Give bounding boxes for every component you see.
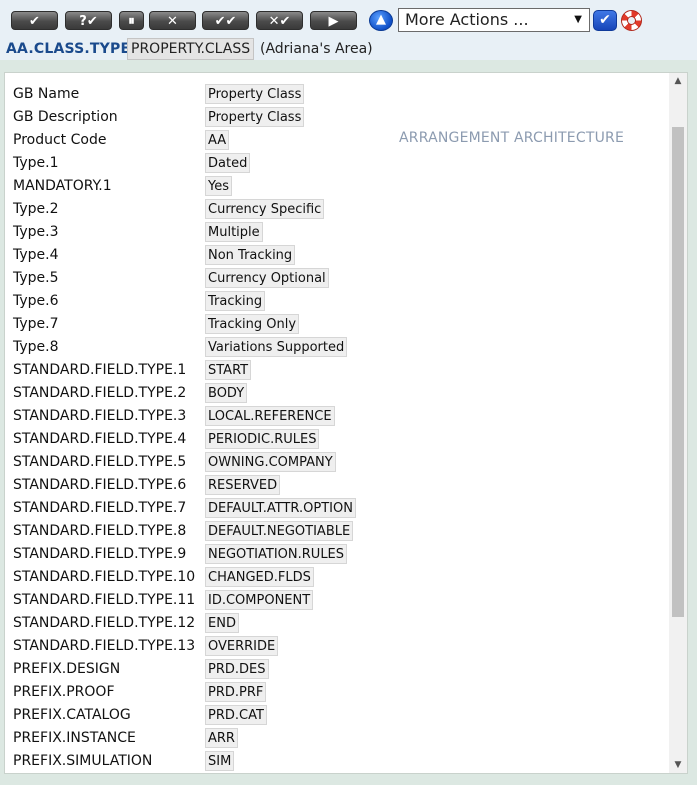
field-value: Property Class	[205, 107, 305, 127]
field-label: STANDARD.FIELD.TYPE.6	[13, 477, 187, 493]
scroll-thumb[interactable]	[672, 127, 684, 617]
field-label: STANDARD.FIELD.TYPE.8	[13, 523, 187, 539]
field-label: Type.4	[13, 247, 59, 263]
field-value: Non Tracking	[205, 245, 296, 265]
scroll-up-arrow-icon[interactable]: ▲	[669, 73, 687, 89]
field-value: Tracking Only	[205, 314, 300, 334]
field-label: Type.1	[13, 155, 59, 171]
reverse-button[interactable]: ✕✔	[256, 11, 303, 30]
scroll-down-arrow-icon[interactable]: ▼	[669, 757, 687, 773]
up-arrow-icon[interactable]: ▲	[369, 10, 393, 31]
field-label: STANDARD.FIELD.TYPE.10	[13, 569, 196, 585]
field-value: Variations Supported	[205, 337, 348, 357]
validate-button[interactable]: ?✔	[65, 11, 112, 30]
field-value: Multiple	[205, 222, 263, 242]
field-label: PREFIX.SIMULATION	[13, 753, 153, 769]
lifebuoy-help-icon[interactable]	[621, 10, 642, 31]
field-label: Type.7	[13, 316, 59, 332]
record-id: PROPERTY.CLASS	[127, 38, 255, 60]
field-label: STANDARD.FIELD.TYPE.12	[13, 615, 196, 631]
chevron-down-icon: ▼	[574, 14, 582, 25]
field-label: PREFIX.DESIGN	[13, 661, 121, 677]
authorise-button[interactable]: ✔✔	[202, 11, 249, 30]
vertical-scrollbar[interactable]: ▲ ▼	[669, 73, 687, 773]
field-value: Currency Optional	[205, 268, 329, 288]
field-label: Type.8	[13, 339, 59, 355]
field-value: SIM	[205, 751, 235, 771]
field-value: Yes	[205, 176, 232, 196]
field-value: Tracking	[205, 291, 266, 311]
field-value: ID.COMPONENT	[205, 590, 314, 610]
field-label: STANDARD.FIELD.TYPE.1	[13, 362, 187, 378]
application-name: AA.CLASS.TYPE	[6, 41, 131, 57]
company-description: (Adriana's Area)	[260, 41, 373, 57]
field-value: LOCAL.REFERENCE	[205, 406, 335, 426]
field-label: STANDARD.FIELD.TYPE.13	[13, 638, 196, 654]
field-label: GB Description	[13, 109, 118, 125]
field-value: Currency Specific	[205, 199, 325, 219]
field-value: Dated	[205, 153, 251, 173]
hold-button[interactable]: ⏸	[119, 11, 144, 30]
field-label: Type.3	[13, 224, 59, 240]
toolbar: ✔ ?✔ ⏸ ✕ ✔✔ ✕✔ ▶ ▲ More Actions ... ▼ ✔ …	[0, 0, 697, 60]
field-label: Product Code	[13, 132, 107, 148]
field-label: STANDARD.FIELD.TYPE.4	[13, 431, 187, 447]
field-value: AA	[205, 130, 230, 150]
field-value: PRD.PRF	[205, 682, 267, 702]
field-value: START	[205, 360, 252, 380]
field-label: PREFIX.CATALOG	[13, 707, 131, 723]
product-line-note: ARRANGEMENT ARCHITECTURE	[399, 130, 624, 146]
field-label: GB Name	[13, 86, 80, 102]
field-value: PRD.DES	[205, 659, 269, 679]
field-label: PREFIX.INSTANCE	[13, 730, 136, 746]
field-value: ARR	[205, 728, 238, 748]
field-label: STANDARD.FIELD.TYPE.3	[13, 408, 187, 424]
field-value: DEFAULT.NEGOTIABLE	[205, 521, 354, 541]
commit-button[interactable]: ✔	[11, 11, 58, 30]
field-label: Type.6	[13, 293, 59, 309]
field-value: Property Class	[205, 84, 305, 104]
field-value: END	[205, 613, 239, 633]
field-label: STANDARD.FIELD.TYPE.11	[13, 592, 196, 608]
field-label: STANDARD.FIELD.TYPE.2	[13, 385, 187, 401]
field-label: STANDARD.FIELD.TYPE.7	[13, 500, 187, 516]
field-value: NEGOTIATION.RULES	[205, 544, 348, 564]
field-value: BODY	[205, 383, 248, 403]
field-label: MANDATORY.1	[13, 178, 112, 194]
field-value: RESERVED	[205, 475, 281, 495]
record-panel: GB Name Property Class GB Description Prope…	[4, 72, 688, 774]
field-label: Type.2	[13, 201, 59, 217]
field-value: OWNING.COMPANY	[205, 452, 336, 472]
field-value: CHANGED.FLDS	[205, 567, 314, 587]
go-button[interactable]: ✔	[593, 10, 617, 31]
field-label: STANDARD.FIELD.TYPE.5	[13, 454, 187, 470]
field-label: Type.5	[13, 270, 59, 286]
field-value: OVERRIDE	[205, 636, 279, 656]
next-button[interactable]: ▶	[310, 11, 357, 30]
field-value: PRD.CAT	[205, 705, 267, 725]
field-value: PERIODIC.RULES	[205, 429, 320, 449]
more-actions-select[interactable]: More Actions ... ▼	[398, 8, 590, 32]
delete-button[interactable]: ✕	[149, 11, 196, 30]
field-label: STANDARD.FIELD.TYPE.9	[13, 546, 187, 562]
field-label: PREFIX.PROOF	[13, 684, 115, 700]
field-value: DEFAULT.ATTR.OPTION	[205, 498, 356, 518]
more-actions-label: More Actions ...	[405, 10, 529, 29]
